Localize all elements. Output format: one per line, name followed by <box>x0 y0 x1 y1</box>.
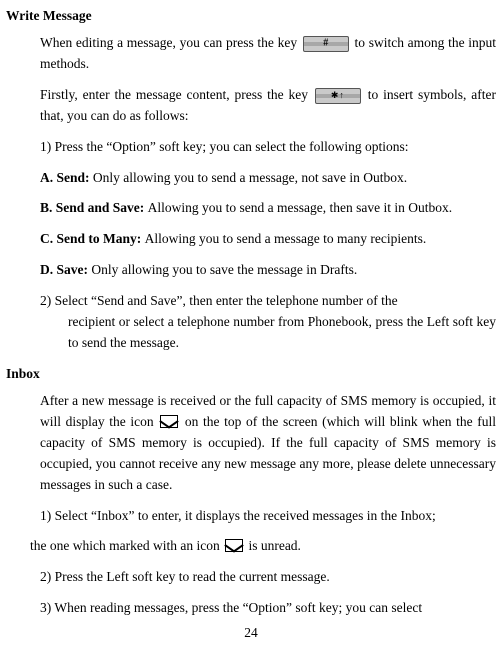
inbox-step-2: 2) Press the Left soft key to read the c… <box>40 567 496 588</box>
option-text: Only allowing you to send a message, not… <box>93 170 407 185</box>
step2-first-line: 2) Select “Send and Save”, then enter th… <box>40 291 496 312</box>
inbox-intro: After a new message is received or the f… <box>40 391 496 496</box>
option-send: A. Send: Only allowing you to send a mes… <box>40 168 496 189</box>
option-text: Only allowing you to save the message in… <box>91 262 357 277</box>
inbox-unread-line: the one which marked with an icon is unr… <box>30 536 496 557</box>
page-number: 24 <box>0 623 502 644</box>
envelope-icon <box>160 415 178 428</box>
option-save: D. Save: Only allowing you to save the m… <box>40 260 496 281</box>
envelope-icon <box>225 539 243 552</box>
write-intro-2: Firstly, enter the message content, pres… <box>40 85 496 127</box>
option-send-save: B. Send and Save: Allowing you to send a… <box>40 198 496 219</box>
text-fragment: When editing a message, you can press th… <box>40 35 301 50</box>
step2-continuation: recipient or select a telephone number f… <box>40 312 496 354</box>
text-fragment: Firstly, enter the message content, pres… <box>40 87 313 102</box>
inbox-step-3: 3) When reading messages, press the “Opt… <box>40 598 496 619</box>
hash-key-icon <box>303 36 349 52</box>
option-label: A. Send: <box>40 170 93 185</box>
option-text: Allowing you to send a message to many r… <box>145 231 427 246</box>
text-fragment: is unread. <box>248 538 300 553</box>
write-step-2: 2) Select “Send and Save”, then enter th… <box>40 291 496 354</box>
option-label: D. Save: <box>40 262 91 277</box>
option-text: Allowing you to send a message, then sav… <box>148 200 452 215</box>
inbox-step-1: 1) Select “Inbox” to enter, it displays … <box>40 506 496 527</box>
write-step-1: 1) Press the “Option” soft key; you can … <box>40 137 496 158</box>
option-label: C. Send to Many: <box>40 231 145 246</box>
write-intro-1: When editing a message, you can press th… <box>40 33 496 75</box>
text-fragment: the one which marked with an icon <box>30 538 223 553</box>
heading-inbox: Inbox <box>6 364 496 385</box>
option-send-many: C. Send to Many: Allowing you to send a … <box>40 229 496 250</box>
option-label: B. Send and Save: <box>40 200 148 215</box>
star-key-icon <box>315 88 361 104</box>
heading-write-message: Write Message <box>6 6 496 27</box>
